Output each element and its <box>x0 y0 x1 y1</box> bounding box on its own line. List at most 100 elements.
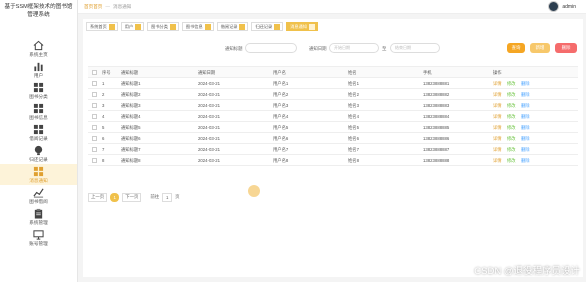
edit-button[interactable]: 修改 <box>507 114 516 120</box>
table-cell: 用户名1 <box>273 81 289 86</box>
row-checkbox[interactable] <box>92 136 97 141</box>
sidebar-item-2[interactable]: 用户 <box>0 59 77 80</box>
close-icon[interactable] <box>108 23 115 30</box>
delete-row-button[interactable]: 删除 <box>521 114 530 120</box>
goto-page-input[interactable]: 1 <box>162 192 173 202</box>
row-checkbox[interactable] <box>92 125 97 130</box>
sidebar-item-5[interactable]: 借阅记录 <box>0 122 77 143</box>
date-from-input[interactable]: 开始日期 <box>329 43 379 53</box>
title-search-input[interactable] <box>245 43 297 53</box>
view-button[interactable]: 详情 <box>493 81 502 87</box>
sidebar-item-7[interactable]: 消息通知 <box>0 164 77 185</box>
breadcrumb-separator: — <box>105 4 110 9</box>
delete-row-button[interactable]: 删除 <box>521 147 530 153</box>
close-icon[interactable] <box>135 23 142 30</box>
sidebar-item-9[interactable]: 系统管理 <box>0 206 77 227</box>
view-button[interactable]: 详情 <box>493 147 502 153</box>
row-checkbox[interactable] <box>92 114 97 119</box>
add-button[interactable]: 新增 <box>530 43 550 53</box>
sidebar-item-6[interactable]: 归还记录 <box>0 143 77 164</box>
sidebar-item-3[interactable]: 图书分类 <box>0 80 77 101</box>
bar-chart-icon <box>33 61 44 72</box>
tab-5[interactable]: 借阅记录 <box>216 22 249 31</box>
home-icon <box>33 40 44 51</box>
table-cell: 2024-03-21 <box>198 92 220 97</box>
tab-1[interactable]: 系统首页 <box>86 22 118 31</box>
table-row: 7 通知标题7 2024-03-21 用户名7 姓名7 13823888887 详情 修改 删除 <box>88 144 578 155</box>
table-cell: 13823888882 <box>423 92 450 97</box>
select-all-checkbox[interactable] <box>92 70 97 75</box>
delete-row-button[interactable]: 删除 <box>521 158 530 164</box>
monitor-icon <box>33 229 44 240</box>
view-button[interactable]: 详情 <box>493 114 502 120</box>
view-button[interactable]: 详情 <box>493 125 502 131</box>
sidebar-item-8[interactable]: 图书借阅 <box>0 185 77 206</box>
current-page-number[interactable]: 1 <box>110 192 120 202</box>
edit-button[interactable]: 修改 <box>507 103 516 109</box>
breadcrumb-home[interactable]: 首页首页 <box>84 4 102 10</box>
avatar[interactable] <box>548 1 560 12</box>
tab-4[interactable]: 图书信息 <box>181 22 214 31</box>
delete-row-button[interactable]: 删除 <box>521 103 530 109</box>
search-button[interactable]: 查询 <box>507 43 525 53</box>
close-icon[interactable] <box>169 23 176 30</box>
tab-label: 图书分类 <box>151 23 168 29</box>
edit-button[interactable]: 修改 <box>507 125 516 131</box>
table-cell: 通知标题5 <box>121 125 141 130</box>
user-name[interactable]: admin <box>562 4 576 10</box>
view-button[interactable]: 详情 <box>493 103 502 109</box>
grid-icon <box>33 103 44 114</box>
close-icon[interactable] <box>239 23 246 30</box>
tab-label: 系统首页 <box>90 23 107 29</box>
view-button[interactable]: 详情 <box>493 158 502 164</box>
sidebar-item-10[interactable]: 账号管理 <box>0 227 77 248</box>
table-cell: 通知标题7 <box>121 147 141 152</box>
table-row: 8 通知标题8 2024-03-21 用户名8 姓名8 13823888888 详情 修改 删除 <box>88 155 578 166</box>
view-button[interactable]: 详情 <box>493 92 502 98</box>
table-cell: 用户名8 <box>273 158 289 163</box>
next-page-button[interactable]: 下一页 <box>122 192 142 202</box>
delete-row-button[interactable]: 删除 <box>521 92 530 98</box>
tab-6[interactable]: 归还记录 <box>251 22 284 31</box>
row-checkbox[interactable] <box>92 158 97 163</box>
tab-2[interactable]: 用户 <box>120 22 145 31</box>
view-button[interactable]: 详情 <box>493 136 502 142</box>
table-cell: 13823888886 <box>423 136 450 141</box>
date-search-label: 通知日期 <box>309 46 327 51</box>
column-header: 操作 <box>493 70 502 75</box>
row-checkbox[interactable] <box>92 103 97 108</box>
table-cell: 姓名8 <box>348 158 359 163</box>
table-cell: 姓名5 <box>348 125 359 130</box>
delete-button[interactable]: 删除 <box>555 43 577 53</box>
table-cell: 用户名4 <box>273 114 289 119</box>
delete-row-button[interactable]: 删除 <box>521 136 530 142</box>
tab-7[interactable]: 消息通知 <box>286 22 318 31</box>
table-cell: 2024-03-21 <box>198 158 220 163</box>
date-to-input[interactable]: 结束日期 <box>390 43 440 53</box>
close-icon[interactable] <box>274 23 281 30</box>
table-cell: 姓名2 <box>348 92 359 97</box>
close-icon[interactable] <box>204 23 211 30</box>
sidebar-item-4[interactable]: 图书信息 <box>0 101 77 122</box>
delete-row-button[interactable]: 删除 <box>521 81 530 87</box>
close-icon[interactable] <box>308 23 315 30</box>
edit-button[interactable]: 修改 <box>507 136 516 142</box>
edit-button[interactable]: 修改 <box>507 147 516 153</box>
row-checkbox[interactable] <box>92 92 97 97</box>
delete-row-button[interactable]: 删除 <box>521 125 530 131</box>
row-checkbox[interactable] <box>92 147 97 152</box>
table-row: 6 通知标题6 2024-03-21 用户名6 姓名6 13823888886 详情 修改 删除 <box>88 133 578 144</box>
edit-button[interactable]: 修改 <box>507 81 516 87</box>
user-menu[interactable]: admin <box>548 1 576 12</box>
row-checkbox[interactable] <box>92 81 97 86</box>
prev-page-button[interactable]: 上一页 <box>88 192 108 202</box>
edit-button[interactable]: 修改 <box>507 158 516 164</box>
sidebar-item-label: 图书信息 <box>29 114 48 120</box>
table-cell: 2024-03-21 <box>198 81 220 86</box>
edit-button[interactable]: 修改 <box>507 92 516 98</box>
column-header: 手机 <box>423 70 432 75</box>
sidebar-item-1[interactable]: 系统主页 <box>0 38 77 59</box>
sidebar: 基于SSM框架技术的图书馆管理系统 系统主页 用户 图书分类 图书信息 借阅记录 归还记录… <box>0 0 78 282</box>
tab-3[interactable]: 图书分类 <box>147 22 179 31</box>
column-header: 通知日期 <box>198 70 216 75</box>
